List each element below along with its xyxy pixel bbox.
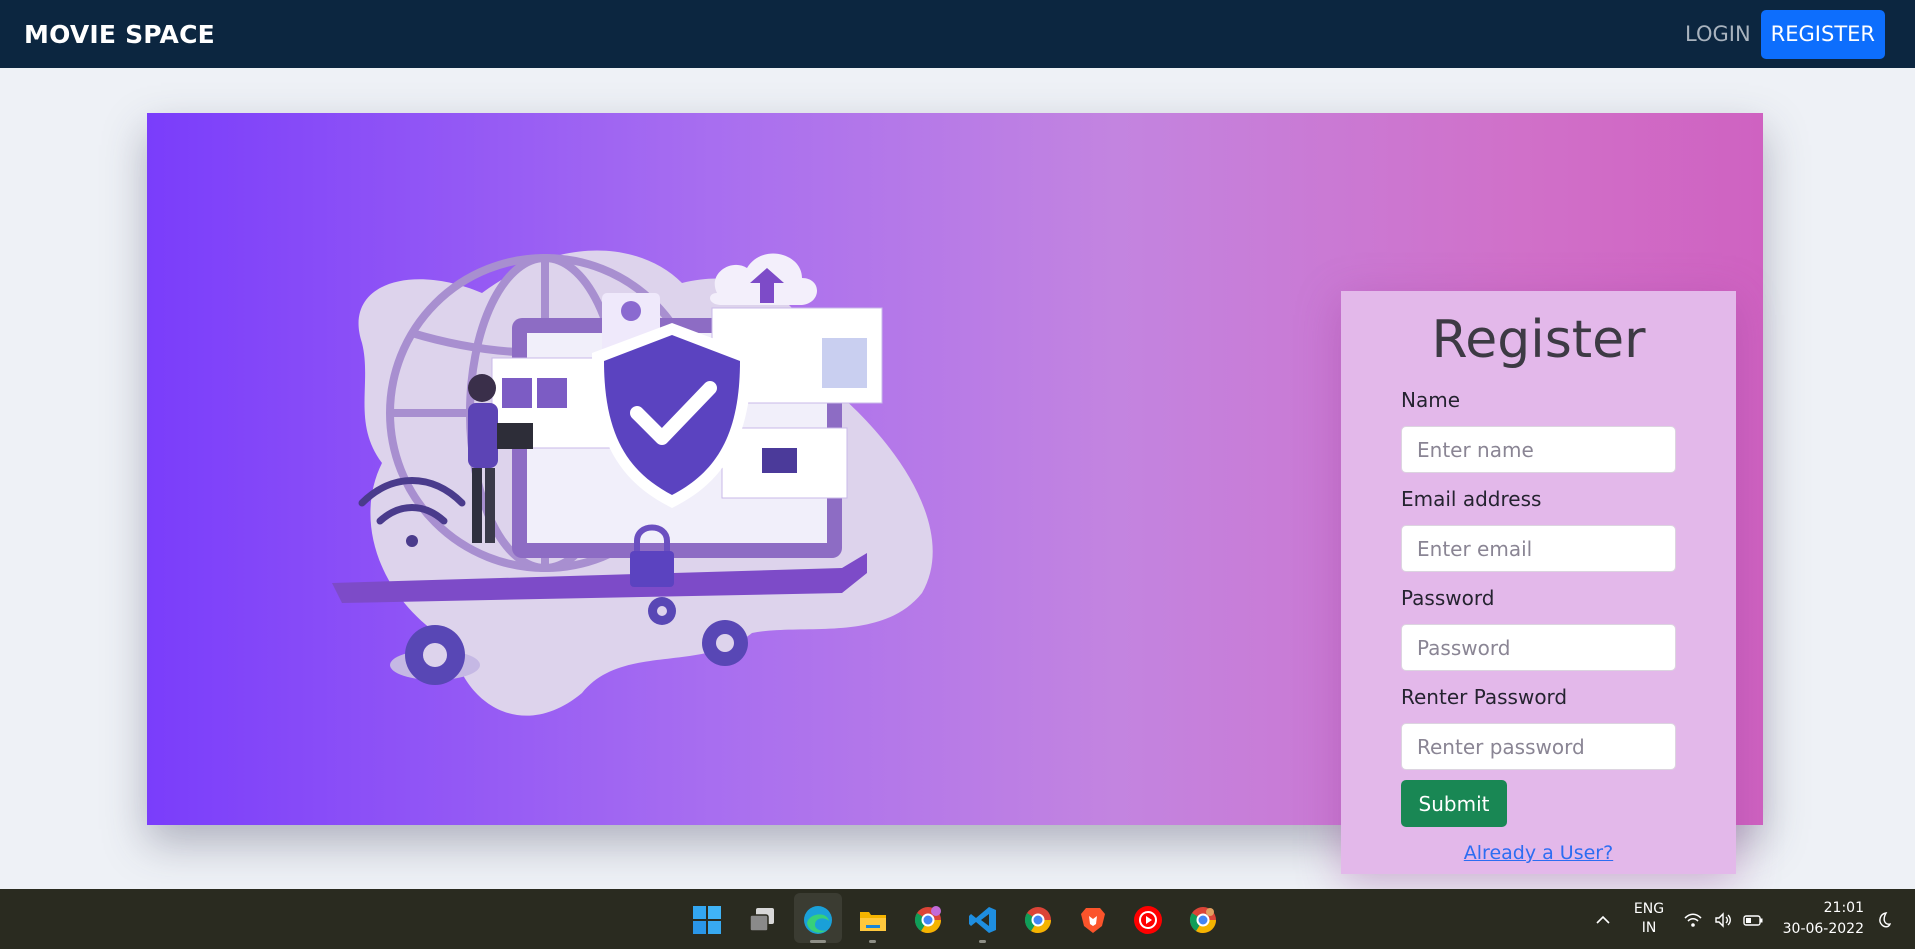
windows-taskbar <box>0 889 1915 949</box>
youtube-music-icon[interactable] <box>1132 904 1164 936</box>
clock-time: 21:01 <box>1823 900 1864 916</box>
clock-date: 30-06-2022 <box>1782 921 1864 937</box>
already-user-link[interactable]: Already a User? <box>1401 842 1676 864</box>
chrome-profile-icon[interactable] <box>912 904 944 936</box>
edge-icon[interactable] <box>802 904 834 936</box>
password-input[interactable] <box>1401 624 1676 671</box>
renter-password-input[interactable] <box>1401 723 1676 770</box>
register-form: Register Name Email address Password Ren… <box>1341 291 1736 874</box>
form-title: Register <box>1431 310 1646 370</box>
renter-password-label: Renter Password <box>1401 685 1568 709</box>
battery-icon[interactable] <box>1740 904 1766 936</box>
chrome-icon[interactable] <box>1022 904 1054 936</box>
password-label: Password <box>1401 586 1495 610</box>
wifi-status-icon[interactable] <box>1680 904 1706 936</box>
register-button[interactable]: REGISTER <box>1760 9 1885 59</box>
volume-icon[interactable] <box>1710 904 1736 936</box>
name-input[interactable] <box>1401 426 1676 473</box>
security-illustration <box>332 250 933 716</box>
task-view-icon[interactable] <box>746 904 778 936</box>
windows-start-icon[interactable] <box>691 904 723 936</box>
submit-button[interactable]: Submit <box>1401 780 1507 827</box>
language-code: ENG <box>1633 901 1665 917</box>
brand-logo[interactable]: MOVIE SPACE <box>24 20 215 49</box>
clock[interactable]: 21:01 30-06-2022 <box>1780 898 1864 940</box>
chrome-alt-icon[interactable] <box>1187 904 1219 936</box>
hero-banner: Register Name Email address Password Ren… <box>147 113 1763 874</box>
file-explorer-icon[interactable] <box>857 904 889 936</box>
moon-icon[interactable] <box>1870 904 1896 936</box>
chevron-up-icon[interactable] <box>1590 904 1616 936</box>
edge-running-indicator <box>810 940 826 943</box>
name-label: Name <box>1401 388 1461 412</box>
email-label: Email address <box>1401 487 1542 511</box>
vscode-icon[interactable] <box>967 904 999 936</box>
nav-actions: LOGIN REGISTER <box>1685 9 1885 59</box>
brave-icon[interactable] <box>1077 904 1109 936</box>
top-navbar: MOVIE SPACE LOGIN REGISTER <box>0 0 1915 68</box>
region-code: IN <box>1641 920 1657 936</box>
login-link[interactable]: LOGIN <box>1685 22 1751 46</box>
email-input[interactable] <box>1401 525 1676 572</box>
language-indicator[interactable]: ENG IN <box>1632 900 1666 938</box>
explorer-running-indicator <box>869 940 876 943</box>
vscode-running-indicator <box>979 940 986 943</box>
